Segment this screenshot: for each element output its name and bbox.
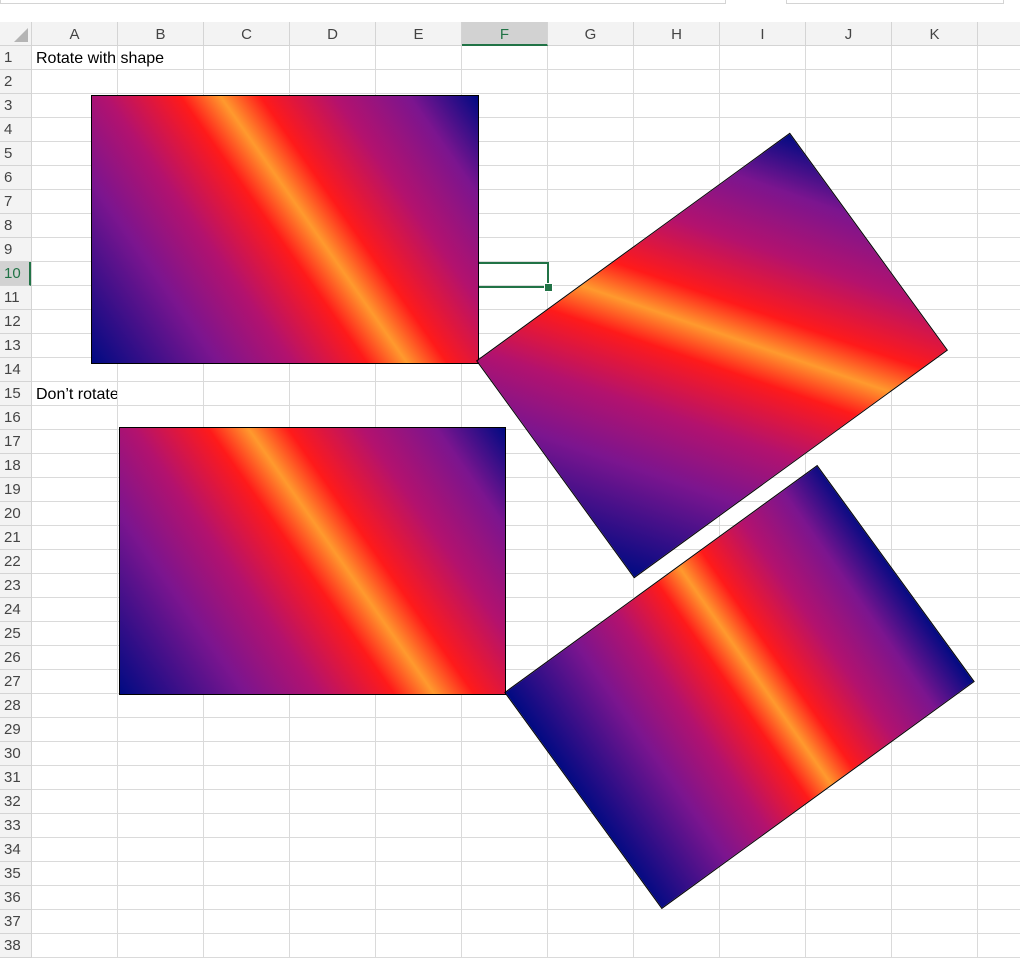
row-header-32[interactable]: 32 bbox=[0, 790, 31, 814]
grid-row-line bbox=[32, 837, 1020, 838]
formula-input[interactable] bbox=[0, 0, 726, 4]
row-header-12[interactable]: 12 bbox=[0, 310, 31, 334]
row-header-3[interactable]: 3 bbox=[0, 94, 31, 118]
grid-row-line bbox=[32, 69, 1020, 70]
row-header-38[interactable]: 38 bbox=[0, 934, 31, 958]
spreadsheet-window: ABCDEFGHIJK 1 2 3 4 5 6 7 8 9 10 11 12 13 14 15 16 17 18 1… bbox=[0, 0, 1020, 958]
row-header-37[interactable]: 37 bbox=[0, 910, 31, 934]
row-header-14[interactable]: 14 bbox=[0, 358, 31, 382]
column-header-f[interactable]: F bbox=[462, 22, 548, 46]
column-header-i[interactable]: I bbox=[720, 22, 806, 46]
column-header-b[interactable]: B bbox=[118, 22, 204, 46]
row-header-27[interactable]: 27 bbox=[0, 670, 31, 694]
grid-column-line bbox=[977, 46, 978, 958]
row-header-19[interactable]: 19 bbox=[0, 478, 31, 502]
column-header-k[interactable]: K bbox=[892, 22, 978, 46]
rectangle-rotate-with-shape[interactable] bbox=[91, 95, 479, 364]
row-header-11[interactable]: 11 bbox=[0, 286, 31, 310]
cell-a15-text: Don’t rotate bbox=[36, 386, 119, 403]
row-header-4[interactable]: 4 bbox=[0, 118, 31, 142]
row-header-2[interactable]: 2 bbox=[0, 70, 31, 94]
grid-row-line bbox=[32, 765, 1020, 766]
row-header-31[interactable]: 31 bbox=[0, 766, 31, 790]
row-header-29[interactable]: 29 bbox=[0, 718, 31, 742]
column-header-h[interactable]: H bbox=[634, 22, 720, 46]
row-header-6[interactable]: 6 bbox=[0, 166, 31, 190]
row-header-8[interactable]: 8 bbox=[0, 214, 31, 238]
grid-row-line bbox=[32, 909, 1020, 910]
row-header-34[interactable]: 34 bbox=[0, 838, 31, 862]
grid-row-line bbox=[32, 93, 1020, 94]
select-all-triangle-icon bbox=[14, 28, 28, 42]
row-header-35[interactable]: 35 bbox=[0, 862, 31, 886]
row-header-25[interactable]: 25 bbox=[0, 622, 31, 646]
row-header-13[interactable]: 13 bbox=[0, 334, 31, 358]
row-header-30[interactable]: 30 bbox=[0, 742, 31, 766]
row-header-33[interactable]: 33 bbox=[0, 814, 31, 838]
row-header-9[interactable]: 9 bbox=[0, 238, 31, 262]
row-headers: 1 2 3 4 5 6 7 8 9 10 11 12 13 14 15 16 17 18 19 20 21 22 23 24 2… bbox=[0, 46, 32, 958]
row-header-28[interactable]: 28 bbox=[0, 694, 31, 718]
row-header-1[interactable]: 1 bbox=[0, 46, 31, 70]
row-header-36[interactable]: 36 bbox=[0, 886, 31, 910]
column-header-a[interactable]: A bbox=[32, 22, 118, 46]
select-all-button[interactable] bbox=[0, 22, 32, 46]
row-header-21[interactable]: 21 bbox=[0, 526, 31, 550]
formula-bar-area bbox=[0, 0, 1020, 22]
row-header-5[interactable]: 5 bbox=[0, 142, 31, 166]
grid-row-line bbox=[32, 933, 1020, 934]
grid-column-line bbox=[891, 46, 892, 958]
grid-row-line bbox=[32, 813, 1020, 814]
row-header-22[interactable]: 22 bbox=[0, 550, 31, 574]
cell-a1-text: Rotate with shape bbox=[36, 50, 165, 67]
row-header-16[interactable]: 16 bbox=[0, 406, 31, 430]
grid-row-line bbox=[32, 789, 1020, 790]
column-header-j[interactable]: J bbox=[806, 22, 892, 46]
column-header-c[interactable]: C bbox=[204, 22, 290, 46]
row-header-20[interactable]: 20 bbox=[0, 502, 31, 526]
row-header-17[interactable]: 17 bbox=[0, 430, 31, 454]
search-box[interactable] bbox=[786, 0, 1004, 4]
grid-column-line bbox=[547, 46, 548, 958]
row-header-7[interactable]: 7 bbox=[0, 190, 31, 214]
grid-row-line bbox=[32, 885, 1020, 886]
column-header-d[interactable]: D bbox=[290, 22, 376, 46]
row-header-26[interactable]: 26 bbox=[0, 646, 31, 670]
column-header-e[interactable]: E bbox=[376, 22, 462, 46]
row-header-23[interactable]: 23 bbox=[0, 574, 31, 598]
row-header-15[interactable]: 15 bbox=[0, 382, 31, 406]
row-header-18[interactable]: 18 bbox=[0, 454, 31, 478]
grid-row-line bbox=[32, 861, 1020, 862]
row-header-24[interactable]: 24 bbox=[0, 598, 31, 622]
row-header-10[interactable]: 10 bbox=[0, 262, 31, 286]
rectangle-dont-rotate[interactable] bbox=[119, 427, 506, 695]
fill-handle[interactable] bbox=[544, 283, 553, 292]
column-header-g[interactable]: G bbox=[548, 22, 634, 46]
column-headers: ABCDEFGHIJK bbox=[32, 22, 1020, 46]
